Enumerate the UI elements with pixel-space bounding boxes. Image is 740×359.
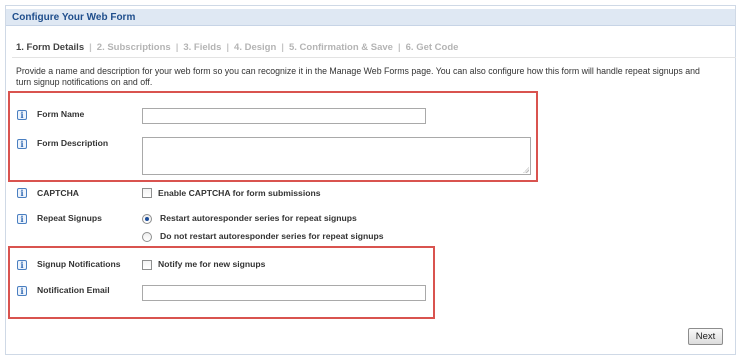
step-get-code[interactable]: 6. Get Code <box>406 42 459 53</box>
no-restart-series-label[interactable]: Do not restart autoresponder series for … <box>160 231 384 241</box>
captcha-option-label[interactable]: Enable CAPTCHA for form submissions <box>158 188 321 198</box>
step-design[interactable]: 4. Design <box>234 42 276 53</box>
captcha-label: CAPTCHA <box>37 188 80 198</box>
highlight-box <box>8 246 435 319</box>
highlight-box <box>8 91 538 182</box>
info-icon[interactable]: i <box>17 214 27 224</box>
step-separator: | <box>281 41 284 53</box>
step-separator: | <box>89 41 92 53</box>
wizard-steps: 1. Form Details | 2. Subscriptions | 3. … <box>16 40 458 54</box>
step-separator: | <box>226 41 230 53</box>
steps-divider <box>12 57 736 58</box>
panel-header: Configure Your Web Form <box>6 9 735 26</box>
step-separator: | <box>397 41 401 53</box>
repeat-signups-label: Repeat Signups <box>37 213 102 223</box>
intro-text: Provide a name and description for your … <box>16 66 700 87</box>
restart-series-label[interactable]: Restart autoresponder series for repeat … <box>160 213 357 223</box>
next-button[interactable]: Next <box>688 328 723 345</box>
step-fields[interactable]: 3. Fields <box>183 42 221 53</box>
captcha-checkbox[interactable] <box>142 188 152 198</box>
no-restart-series-radio[interactable] <box>142 232 152 242</box>
step-form-details[interactable]: 1. Form Details <box>16 42 84 53</box>
step-confirmation-save[interactable]: 5. Confirmation & Save <box>289 42 393 53</box>
restart-series-radio[interactable] <box>142 214 152 224</box>
step-subscriptions[interactable]: 2. Subscriptions <box>97 42 171 53</box>
step-separator: | <box>175 41 179 53</box>
info-icon[interactable]: i <box>17 188 27 198</box>
